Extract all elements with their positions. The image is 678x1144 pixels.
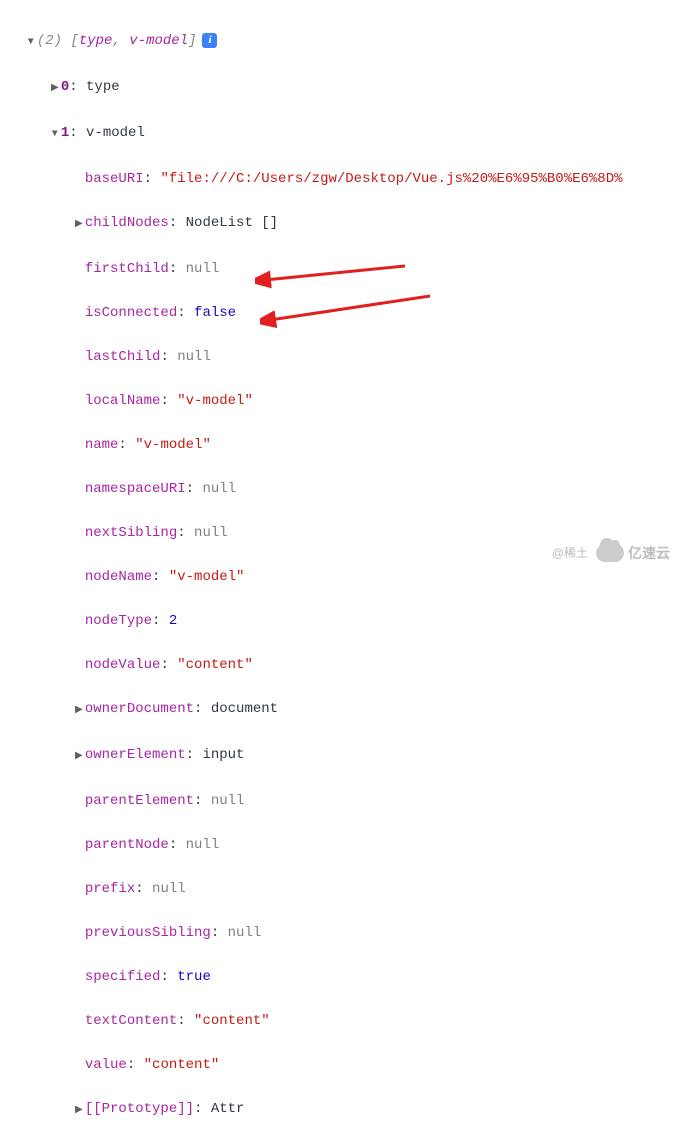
- caret-down-icon[interactable]: [25, 30, 37, 54]
- array-preview-item-1: v-model: [129, 33, 188, 49]
- prop-ownerDocument[interactable]: ownerDocument: document: [8, 676, 678, 722]
- info-icon[interactable]: i: [202, 33, 217, 48]
- value: "content": [144, 1057, 220, 1073]
- value: false: [194, 305, 236, 321]
- prop-childNodes[interactable]: childNodes: NodeList []: [8, 190, 678, 236]
- array-count: (2): [37, 33, 62, 49]
- key: previousSibling: [85, 925, 211, 941]
- key: ownerDocument: [85, 701, 194, 717]
- watermark-brand: 亿速云: [596, 542, 670, 564]
- prop-prototype[interactable]: [[Prototype]]: Attr: [8, 1076, 678, 1122]
- key: localName: [85, 393, 161, 409]
- prop-parentElement[interactable]: parentElement: null: [8, 768, 678, 812]
- value: "file:///C:/Users/zgw/Desktop/Vue.js%20%…: [160, 171, 622, 187]
- caret-right-icon[interactable]: [73, 744, 85, 768]
- value: 2: [169, 613, 177, 629]
- value: null: [211, 793, 245, 809]
- value: null: [186, 261, 220, 277]
- prop-previousSibling[interactable]: previousSibling: null: [8, 900, 678, 944]
- caret-down-icon[interactable]: [49, 122, 61, 146]
- prop-nextSibling[interactable]: nextSibling: null: [8, 500, 678, 544]
- value: null: [228, 925, 262, 941]
- caret-right-icon[interactable]: [73, 1098, 85, 1122]
- value: null: [194, 525, 228, 541]
- tree-row-index-0[interactable]: 0: type: [8, 54, 678, 100]
- prop-lastChild[interactable]: lastChild: null: [8, 324, 678, 368]
- prop-nodeValue[interactable]: nodeValue: "content": [8, 632, 678, 676]
- value: null: [177, 349, 211, 365]
- key: lastChild: [85, 349, 161, 365]
- value: v-model: [86, 125, 145, 141]
- cloud-icon: [596, 544, 624, 562]
- prop-value[interactable]: value: "content": [8, 1032, 678, 1076]
- prop-namespaceURI[interactable]: namespaceURI: null: [8, 456, 678, 500]
- key: [[Prototype]]: [85, 1101, 194, 1117]
- key: ownerElement: [85, 747, 186, 763]
- value: "v-model": [169, 569, 245, 585]
- value: NodeList []: [186, 215, 278, 231]
- key: 1: [61, 125, 69, 141]
- value: "content": [177, 657, 253, 673]
- key: childNodes: [85, 215, 169, 231]
- key: baseURI: [85, 171, 144, 187]
- key: nodeValue: [85, 657, 161, 673]
- bracket-close: ]: [188, 33, 196, 49]
- prop-nodeType[interactable]: nodeType: 2: [8, 588, 678, 632]
- key: namespaceURI: [85, 481, 186, 497]
- key: name: [85, 437, 119, 453]
- key: textContent: [85, 1013, 177, 1029]
- prop-name[interactable]: name: "v-model": [8, 412, 678, 456]
- prop-firstChild[interactable]: firstChild: null: [8, 236, 678, 280]
- tree-row-root[interactable]: (2) [type, v-model] i: [8, 8, 678, 54]
- key: parentElement: [85, 793, 194, 809]
- value: "content": [194, 1013, 270, 1029]
- value: document: [211, 701, 278, 717]
- value: null: [186, 837, 220, 853]
- key: prefix: [85, 881, 135, 897]
- prop-length[interactable]: length: 2: [8, 1122, 678, 1144]
- array-preview-item-0: type: [79, 33, 113, 49]
- prop-parentNode[interactable]: parentNode: null: [8, 812, 678, 856]
- prop-isConnected[interactable]: isConnected: false: [8, 280, 678, 324]
- caret-right-icon[interactable]: [73, 212, 85, 236]
- value: input: [202, 747, 244, 763]
- prop-specified[interactable]: specified: true: [8, 944, 678, 988]
- bracket-open: [: [70, 33, 78, 49]
- key: nextSibling: [85, 525, 177, 541]
- prop-prefix[interactable]: prefix: null: [8, 856, 678, 900]
- value: null: [152, 881, 186, 897]
- key: value: [85, 1057, 127, 1073]
- key: parentNode: [85, 837, 169, 853]
- prop-ownerElement[interactable]: ownerElement: input: [8, 722, 678, 768]
- value: Attr: [211, 1101, 245, 1117]
- key: 0: [61, 79, 69, 95]
- watermark: @稀土 亿速云: [552, 542, 670, 564]
- value: "v-model": [135, 437, 211, 453]
- tree-row-index-1[interactable]: 1: v-model: [8, 100, 678, 146]
- prop-baseURI[interactable]: baseURI: "file:///C:/Users/zgw/Desktop/V…: [8, 146, 678, 190]
- value: null: [202, 481, 236, 497]
- caret-right-icon[interactable]: [49, 76, 61, 100]
- key: nodeType: [85, 613, 152, 629]
- prop-textContent[interactable]: textContent: "content": [8, 988, 678, 1032]
- key: nodeName: [85, 569, 152, 585]
- key: specified: [85, 969, 161, 985]
- caret-right-icon[interactable]: [73, 698, 85, 722]
- key: isConnected: [85, 305, 177, 321]
- watermark-text: @稀土: [552, 542, 588, 564]
- value: "v-model": [177, 393, 253, 409]
- key: firstChild: [85, 261, 169, 277]
- value: true: [177, 969, 211, 985]
- prop-localName[interactable]: localName: "v-model": [8, 368, 678, 412]
- value: type: [86, 79, 120, 95]
- sep: ,: [112, 33, 129, 49]
